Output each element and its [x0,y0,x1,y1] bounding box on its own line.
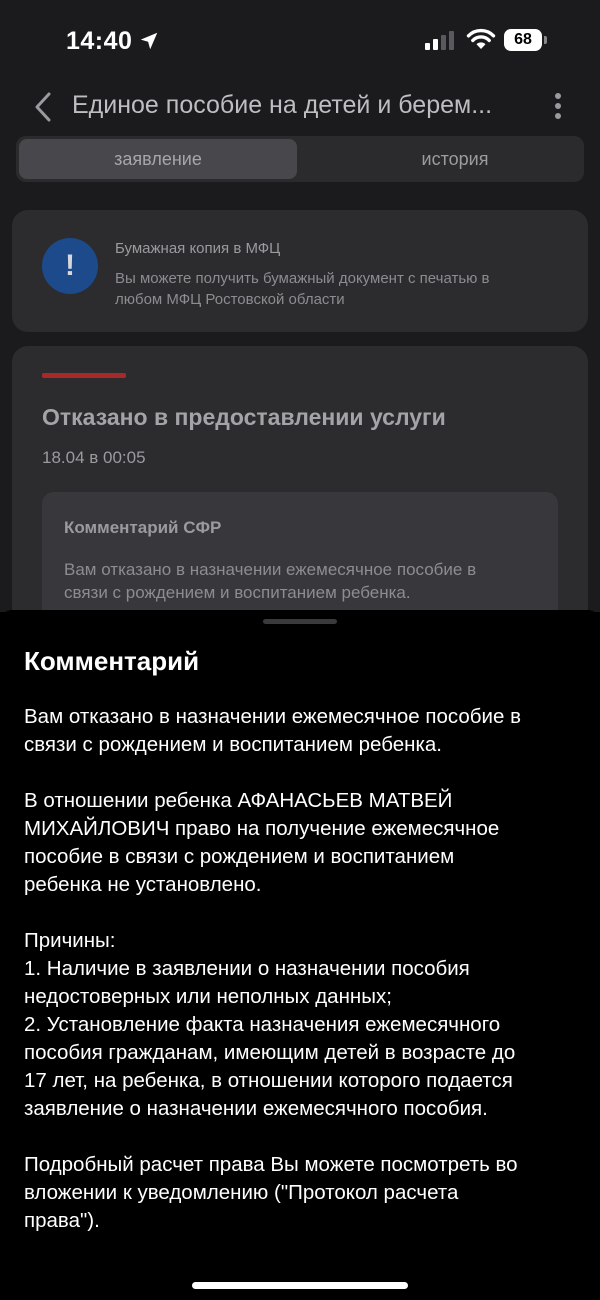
segmented-control: заявление история [16,136,584,182]
exclamation-circle-icon: ! [42,238,98,294]
info-card[interactable]: ! Бумажная копия в МФЦ Вы можете получит… [12,210,588,332]
sheet-body: Вам отказано в назначении ежемесячное по… [24,703,580,1263]
comment-text: Вам отказано в назначении ежемесячное по… [64,560,477,602]
battery-nub [544,36,547,44]
info-card-title: Бумажная копия в МФЦ [115,240,281,257]
tab-statement[interactable]: заявление [19,139,297,179]
battery-icon: 68 [504,29,542,51]
comment-bottom-sheet: Комментарий Вам отказано в назначении еж… [0,610,600,1300]
status-time: 14:40 [66,27,133,55]
status-title: Отказано в предоставлении услуги [42,404,446,430]
status-card: Отказано в предоставлении услуги 18.04 в… [12,346,588,612]
cellular-signal-icon [425,31,454,50]
sheet-paragraph: Подробный расчет права Вы можете посмотр… [24,1153,518,1232]
wifi-icon [466,28,496,49]
location-arrow-icon [140,32,158,50]
sheet-paragraph: В отношении ребенка АФАНАСЬЕВ МАТВЕЙ МИХ… [24,789,500,896]
sheet-grabber[interactable] [263,619,337,624]
home-indicator[interactable] [192,1282,408,1289]
background-app: 14:40 68 Единое пособие на детей и берем… [0,0,600,612]
more-vertical-icon[interactable] [548,92,568,120]
comment-box[interactable]: Комментарий СФР Вам отказано в назначени… [42,492,558,612]
comment-title: Комментарий СФР [64,518,222,537]
page-title: Единое пособие на детей и берем... [72,91,493,119]
info-card-text: Вы можете получить бумажный документ с п… [115,270,490,308]
status-bar: 14:40 68 [0,0,600,80]
status-accent-line [42,373,126,378]
screen: 14:40 68 Единое пособие на детей и берем… [0,0,600,1300]
sheet-paragraph: Вам отказано в назначении ежемесячное по… [24,705,521,756]
sheet-title: Комментарий [24,646,200,676]
status-date: 18.04 в 00:05 [42,448,146,467]
sheet-paragraph: Причины: 1. Наличие в заявлении о назнач… [24,929,516,1120]
chevron-left-icon[interactable] [30,90,56,124]
tab-history[interactable]: история [316,139,594,179]
